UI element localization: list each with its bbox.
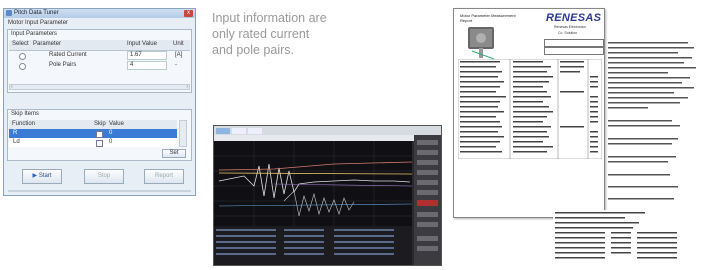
skip-checkbox[interactable] (96, 140, 103, 147)
scroll-left-icon[interactable]: ‹ (11, 85, 13, 90)
dialog-titlebar: Pitch Data Tuner x (4, 9, 195, 18)
waveform-view (214, 126, 441, 265)
skip-items-group: Skip Items Function Skip Value R 0 Ld 0 … (7, 109, 192, 161)
brand-subtitle-2: Co. Solution (558, 31, 578, 35)
set-button[interactable]: Set (162, 149, 186, 158)
caption-line: Input information are (212, 11, 327, 25)
col-function: Function (12, 121, 36, 127)
skip-value: 0 (109, 139, 113, 145)
caption-text: Input information are only rated current… (212, 10, 382, 58)
param-unit: [A] (175, 52, 183, 58)
horizontal-scrollbar[interactable]: ‹ › (9, 84, 190, 90)
select-radio[interactable] (19, 53, 26, 60)
col-select: Select (12, 41, 29, 47)
caption-line: only rated current (212, 27, 310, 41)
brand-subtitle: Renesas Electronics (554, 25, 586, 29)
select-radio[interactable] (19, 63, 26, 70)
stop-button[interactable]: Stop (84, 169, 124, 184)
input-parameters-group: Input Parameters Select Parameter Input … (7, 29, 192, 93)
param-unit: - (175, 62, 177, 68)
function-name: R (13, 130, 18, 136)
start-button-label: Start (38, 173, 52, 179)
info-box (544, 47, 604, 55)
oscilloscope-screenshot (213, 125, 442, 266)
skip-checkbox[interactable] (96, 131, 103, 138)
function-name: Ld (13, 139, 20, 145)
motor-image (468, 27, 495, 60)
table-row-selected[interactable]: R 0 (9, 129, 177, 138)
close-button[interactable]: x (184, 10, 193, 17)
motor-parameter-dialog: Pitch Data Tuner x Motor Input Parameter… (3, 8, 196, 196)
table-row[interactable]: Rated Current 1.67 [A] (9, 51, 190, 60)
start-button[interactable]: ▶ Start (22, 169, 62, 184)
input-parameters-label: Input Parameters (11, 31, 58, 37)
measurement-report: Motor Parameter Measurement Report RENES… (453, 8, 605, 218)
skip-table-header: Function Skip Value (9, 120, 177, 129)
col-unit: Unit (173, 41, 184, 47)
info-box (544, 39, 604, 47)
skip-items-label: Skip Items (11, 111, 40, 117)
play-icon: ▶ (32, 173, 38, 179)
tab-motor-input[interactable]: Motor Input Parameter (8, 20, 68, 26)
report-notes-column (608, 42, 696, 200)
rated-current-input[interactable]: 1.67 (127, 51, 167, 60)
col-skip: Skip (94, 121, 106, 127)
vertical-scrollbar[interactable] (179, 120, 187, 147)
renesas-logo: RENESAS (546, 12, 602, 24)
report-button[interactable]: Report (144, 169, 184, 184)
table-header: Select Parameter Input Value Unit (9, 40, 190, 51)
caption-line: and pole pairs. (212, 43, 295, 57)
col-input-value: Input Value (127, 41, 157, 47)
table-row[interactable]: Ld 0 (9, 138, 177, 147)
app-icon (6, 10, 12, 16)
col-value: Value (109, 121, 124, 127)
pole-pairs-input[interactable]: 4 (127, 61, 167, 70)
table-row[interactable]: Pole Pairs 4 - (9, 61, 190, 70)
param-name: Rated Current (49, 52, 87, 58)
status-bar (8, 190, 191, 192)
skip-value: 0 (109, 130, 113, 136)
scroll-right-icon[interactable]: › (186, 85, 188, 90)
report-output-text (553, 210, 693, 266)
col-parameter: Parameter (33, 41, 62, 47)
parameter-table (457, 58, 603, 160)
param-name: Pole Pairs (49, 62, 77, 68)
dialog-title: Pitch Data Tuner (14, 10, 59, 16)
